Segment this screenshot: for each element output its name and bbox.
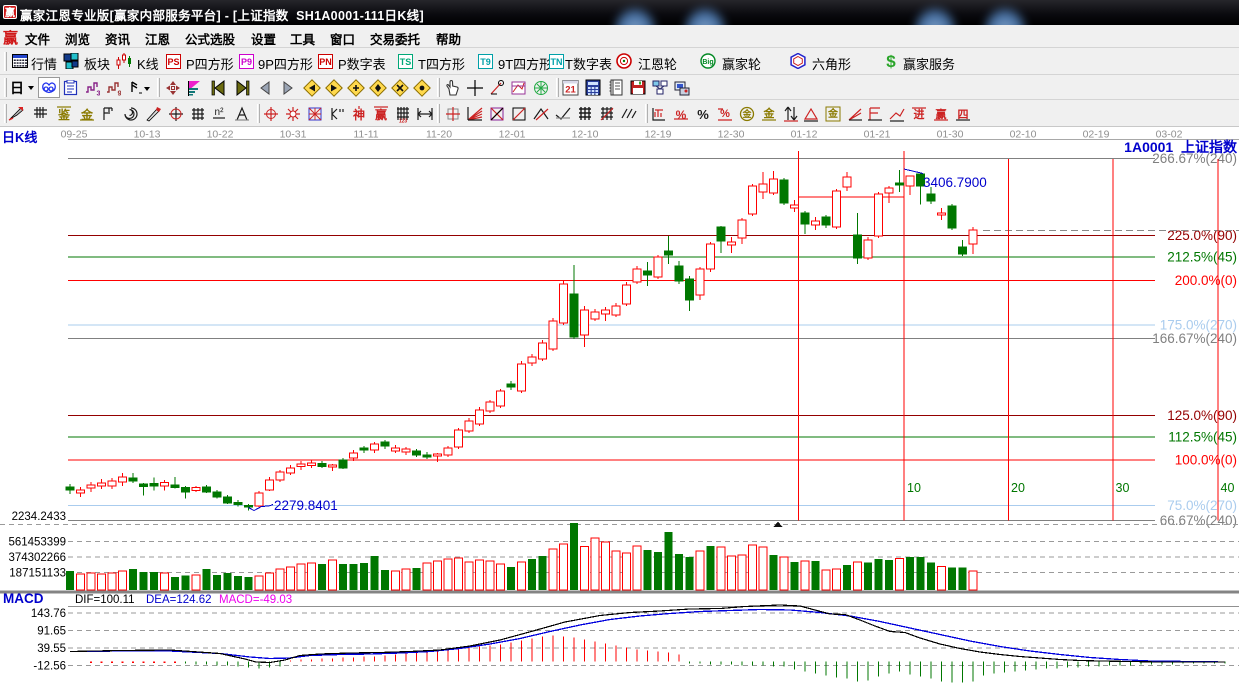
svg-text:P9: P9: [241, 57, 252, 67]
svg-text:20: 20: [1011, 481, 1025, 495]
svg-text:神: 神: [353, 107, 365, 122]
svg-text:赢: 赢: [5, 6, 15, 19]
svg-text:02-10: 02-10: [1010, 129, 1037, 141]
svg-text:-12.56: -12.56: [33, 661, 66, 673]
svg-text:10-13: 10-13: [134, 129, 161, 141]
svg-text:PN: PN: [319, 57, 332, 67]
svg-text:MACD: MACD: [3, 591, 44, 606]
svg-text:2234.2433: 2234.2433: [12, 511, 66, 523]
svg-text:39.55: 39.55: [37, 643, 66, 655]
svg-text:T9: T9: [480, 57, 491, 67]
svg-text:鉴: 鉴: [57, 107, 71, 122]
svg-text:%: %: [697, 107, 709, 122]
svg-text:金: 金: [741, 108, 752, 119]
svg-text:166.67%(240): 166.67%(240): [1152, 331, 1237, 346]
svg-text:01-30: 01-30: [937, 129, 964, 141]
svg-text:MACD=-49.03: MACD=-49.03: [219, 594, 292, 606]
svg-text:2279.8401: 2279.8401: [274, 498, 338, 513]
svg-text:日K线: 日K线: [2, 130, 37, 145]
svg-text:$: $: [886, 52, 896, 70]
svg-text:赢: 赢: [936, 107, 947, 121]
svg-text:Big: Big: [702, 59, 713, 66]
svg-text:进: 进: [914, 107, 925, 121]
svg-text:200.0%(0): 200.0%(0): [1175, 273, 1237, 288]
svg-text:9: 9: [118, 89, 122, 97]
svg-text:75.0%(270): 75.0%(270): [1167, 498, 1237, 513]
svg-text:143.76: 143.76: [31, 608, 66, 620]
svg-text:212.5%(45): 212.5%(45): [1167, 250, 1237, 265]
svg-text:02-19: 02-19: [1083, 129, 1110, 141]
svg-text:3406.7900: 3406.7900: [923, 175, 987, 190]
svg-text:100.0%(0): 100.0%(0): [1175, 453, 1237, 468]
svg-text:金: 金: [827, 107, 839, 120]
svg-text:TS: TS: [400, 57, 412, 67]
svg-text:21: 21: [565, 85, 576, 96]
svg-text:374302266: 374302266: [8, 552, 66, 564]
svg-text:187151133: 187151133: [9, 568, 66, 580]
svg-text:10-22: 10-22: [207, 129, 234, 141]
svg-text:01-12: 01-12: [791, 129, 818, 141]
svg-text:PS: PS: [167, 57, 179, 67]
svg-text:赢: 赢: [375, 107, 387, 122]
svg-text:12-10: 12-10: [572, 129, 599, 141]
svg-text:12-19: 12-19: [645, 129, 672, 141]
svg-text:09-25: 09-25: [61, 129, 88, 141]
svg-text:66.67%(240): 66.67%(240): [1160, 513, 1237, 528]
svg-text:123: 123: [399, 118, 408, 123]
svg-text:12-30: 12-30: [718, 129, 745, 141]
svg-text:10: 10: [907, 481, 921, 495]
svg-text:11-20: 11-20: [426, 129, 452, 141]
svg-text:112.5%(45): 112.5%(45): [1168, 430, 1237, 445]
svg-text:30: 30: [1116, 481, 1130, 495]
svg-text:10-31: 10-31: [280, 129, 307, 141]
svg-text:12-01: 12-01: [499, 129, 526, 141]
svg-text:91.65: 91.65: [37, 626, 66, 638]
svg-text:四: 四: [958, 108, 969, 121]
svg-text:DEA=124.62: DEA=124.62: [146, 594, 212, 606]
svg-text:266.67%(240): 266.67%(240): [1152, 151, 1237, 166]
svg-text:TN: TN: [551, 57, 563, 67]
svg-text:01-21: 01-21: [864, 129, 891, 141]
svg-text:3: 3: [97, 89, 101, 97]
svg-text:DIF=100.11: DIF=100.11: [75, 594, 135, 606]
svg-text:n²: n²: [215, 107, 225, 118]
svg-text:%: %: [720, 108, 730, 120]
svg-text:561453399: 561453399: [8, 537, 66, 549]
svg-text:125.0%(90): 125.0%(90): [1167, 408, 1237, 423]
svg-text:11-11: 11-11: [353, 129, 378, 141]
svg-text:40: 40: [1221, 481, 1235, 495]
svg-text:%: %: [676, 108, 687, 122]
svg-text:日: 日: [10, 80, 24, 96]
svg-text:金: 金: [763, 106, 776, 120]
